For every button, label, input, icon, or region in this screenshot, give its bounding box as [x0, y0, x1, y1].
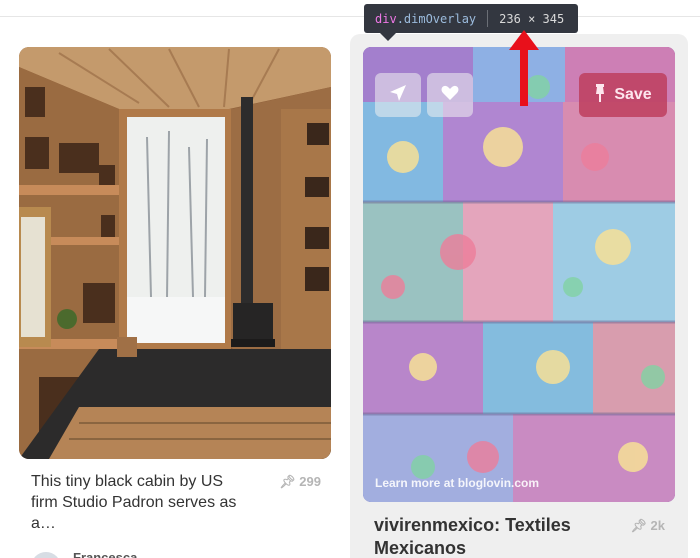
pin-image-cabin[interactable] [19, 47, 331, 459]
pin-card-textiles[interactable]: Save Learn more at bloglovin.com viviren… [350, 34, 688, 558]
pin-description[interactable]: This tiny black cabin by US firm Studio … [31, 471, 251, 534]
send-icon [388, 83, 408, 108]
repin-count: 📌︎ 2k [630, 518, 665, 534]
tooltip-class: .dimOverlay [396, 11, 477, 26]
pinner-name[interactable]: Francesca [73, 550, 137, 558]
like-button[interactable] [427, 73, 473, 117]
avatar[interactable] [31, 552, 61, 558]
top-divider [0, 16, 700, 17]
tooltip-size: 236 × 345 [499, 11, 565, 26]
pin-card-cabin[interactable]: This tiny black cabin by US firm Studio … [19, 47, 331, 558]
red-arrow-icon [509, 30, 539, 106]
pin-icon [594, 83, 606, 107]
tooltip-caret-icon [380, 33, 396, 41]
save-label: Save [614, 86, 652, 103]
send-button[interactable] [375, 73, 421, 117]
tooltip-separator [487, 10, 489, 27]
source-link[interactable]: Learn more at bloglovin.com [375, 476, 539, 490]
repin-count: 📌︎ 299 [279, 474, 321, 490]
repin-count-value: 299 [299, 474, 321, 489]
repin-count-value: 2k [650, 518, 665, 533]
save-button[interactable]: Save [579, 73, 667, 117]
tooltip-tag: div [375, 11, 397, 26]
pin-icon: 📌︎ [279, 474, 296, 489]
pin-title[interactable]: vivirenmexico: Textiles Mexicanos [374, 514, 624, 558]
pin-image-textiles[interactable]: Save Learn more at bloglovin.com [363, 47, 675, 502]
heart-icon [440, 83, 460, 108]
devtools-inspect-tooltip: div .dimOverlay 236 × 345 [364, 4, 578, 33]
pin-icon: 📌︎ [630, 518, 647, 533]
